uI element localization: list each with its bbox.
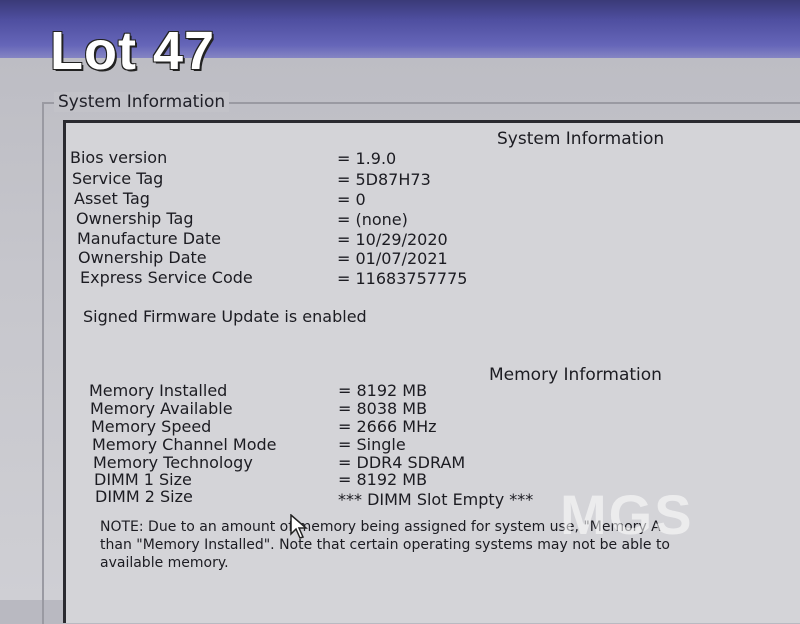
asset-tag-label: Asset Tag — [74, 189, 150, 208]
ownership-tag-label: Ownership Tag — [76, 209, 194, 228]
manufacture-date-value: = 10/29/2020 — [337, 230, 448, 249]
ownership-tag-value: = (none) — [337, 210, 408, 229]
firmware-status: Signed Firmware Update is enabled — [83, 307, 367, 326]
ownership-date-label: Ownership Date — [78, 248, 207, 267]
lot-label: Lot 47 — [50, 21, 216, 81]
memory-available-label: Memory Available — [90, 399, 233, 418]
memory-info-header: Memory Information — [489, 365, 662, 385]
memory-channel-mode-label: Memory Channel Mode — [92, 435, 277, 454]
system-info-header: System Information — [497, 129, 665, 149]
dimm1-size-value: = 8192 MB — [338, 470, 428, 489]
memory-installed-value: = 8192 MB — [338, 381, 428, 400]
memory-installed-label: Memory Installed — [89, 381, 228, 400]
ownership-date-value: = 01/07/2021 — [337, 249, 448, 268]
manufacture-date-label: Manufacture Date — [77, 229, 221, 248]
note-line-3: available memory. — [100, 555, 229, 571]
memory-speed-value: = 2666 MHz — [338, 417, 437, 436]
service-tag-value: = 5D87H73 — [337, 170, 431, 189]
memory-available-value: = 8038 MB — [338, 399, 428, 418]
asset-tag-value: = 0 — [337, 190, 366, 209]
memory-channel-mode-value: = Single — [338, 435, 406, 454]
express-service-code-value: = 11683757775 — [337, 269, 468, 288]
dimm2-size-value: *** DIMM Slot Empty *** — [338, 490, 534, 509]
memory-speed-label: Memory Speed — [91, 417, 212, 436]
group-title: System Information — [54, 92, 230, 112]
bios-version-label: Bios version — [70, 148, 168, 167]
service-tag-label: Service Tag — [72, 169, 164, 188]
bios-version-value: = 1.9.0 — [337, 149, 397, 168]
dimm2-size-label: DIMM 2 Size — [95, 487, 193, 506]
mouse-cursor-icon — [290, 513, 309, 544]
express-service-code-label: Express Service Code — [80, 268, 253, 287]
watermark-logo: MGS — [560, 483, 694, 546]
